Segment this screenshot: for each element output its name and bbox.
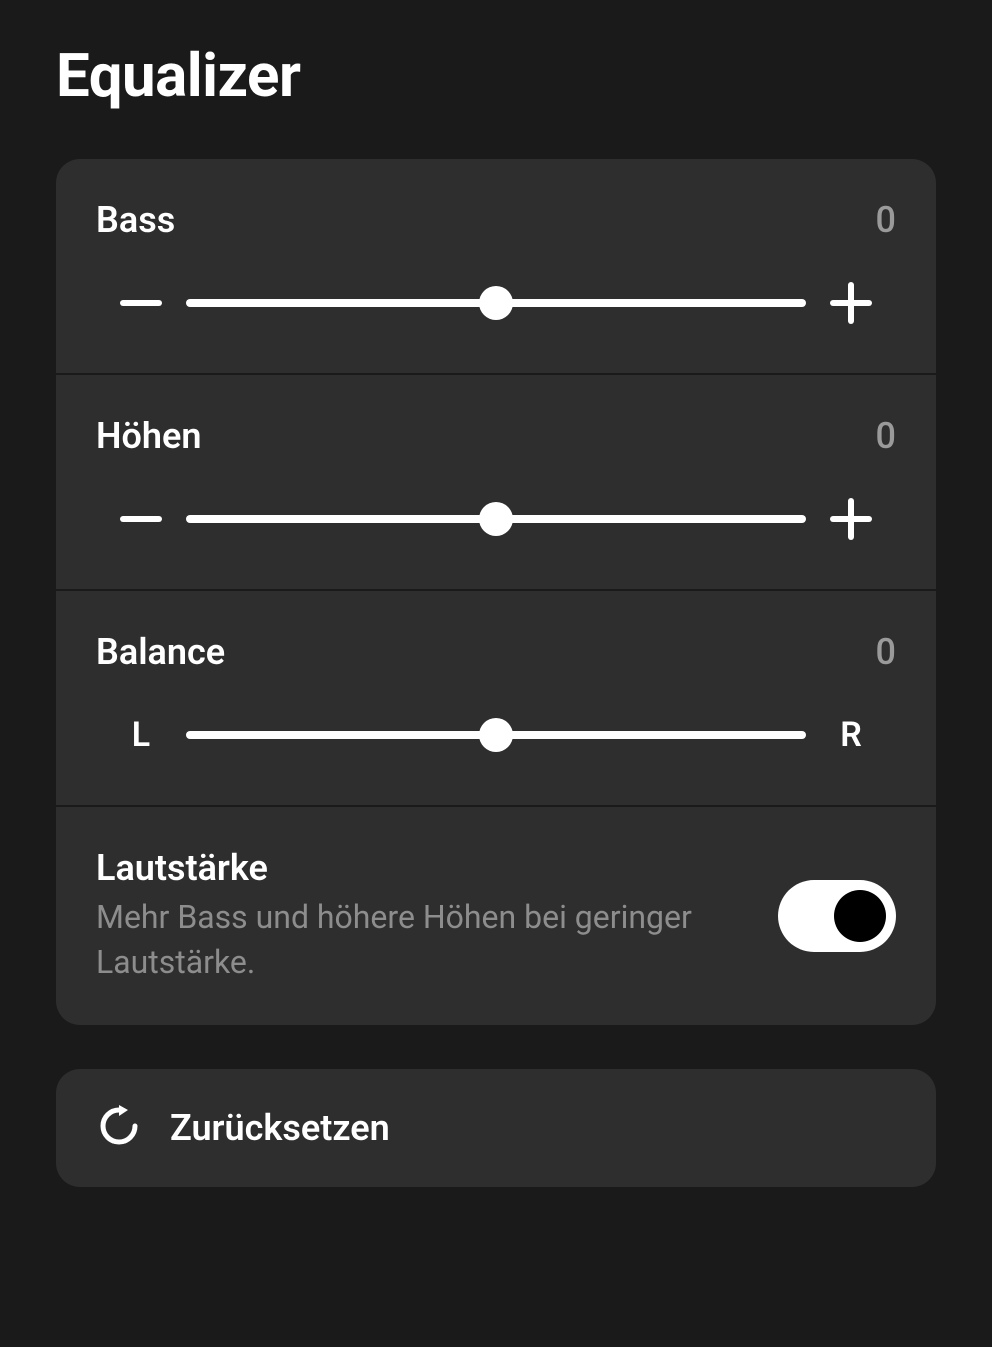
balance-slider[interactable] <box>186 715 806 755</box>
slider-thumb[interactable] <box>479 502 513 536</box>
loudness-title: Lautstärke <box>96 847 754 889</box>
page-title: Equalizer <box>56 40 936 111</box>
toggle-knob <box>834 890 886 942</box>
bass-value: 0 <box>876 199 896 241</box>
balance-right-label: R <box>806 715 896 755</box>
bass-section: Bass 0 <box>56 159 936 375</box>
treble-section: Höhen 0 <box>56 375 936 591</box>
minus-icon <box>118 280 164 326</box>
balance-left-label: L <box>96 715 186 755</box>
equalizer-card: Bass 0 <box>56 159 936 1025</box>
loudness-subtitle: Mehr Bass und höhere Höhen bei geringer … <box>96 895 754 985</box>
slider-thumb[interactable] <box>479 286 513 320</box>
loudness-toggle[interactable] <box>778 880 896 952</box>
balance-section: Balance 0 L R <box>56 591 936 807</box>
reset-button[interactable]: Zurücksetzen <box>56 1069 936 1187</box>
plus-icon <box>828 496 874 542</box>
reset-icon <box>96 1103 142 1153</box>
plus-icon <box>828 280 874 326</box>
minus-icon <box>118 496 164 542</box>
treble-label: Höhen <box>96 415 201 457</box>
loudness-section: Lautstärke Mehr Bass und höhere Höhen be… <box>56 807 936 1025</box>
treble-decrease-button[interactable] <box>96 496 186 542</box>
balance-label: Balance <box>96 631 225 673</box>
slider-thumb[interactable] <box>479 718 513 752</box>
bass-increase-button[interactable] <box>806 280 896 326</box>
reset-label: Zurücksetzen <box>170 1107 390 1149</box>
bass-decrease-button[interactable] <box>96 280 186 326</box>
treble-increase-button[interactable] <box>806 496 896 542</box>
balance-value: 0 <box>876 631 896 673</box>
bass-slider[interactable] <box>186 283 806 323</box>
treble-value: 0 <box>876 415 896 457</box>
treble-slider[interactable] <box>186 499 806 539</box>
bass-label: Bass <box>96 199 175 241</box>
